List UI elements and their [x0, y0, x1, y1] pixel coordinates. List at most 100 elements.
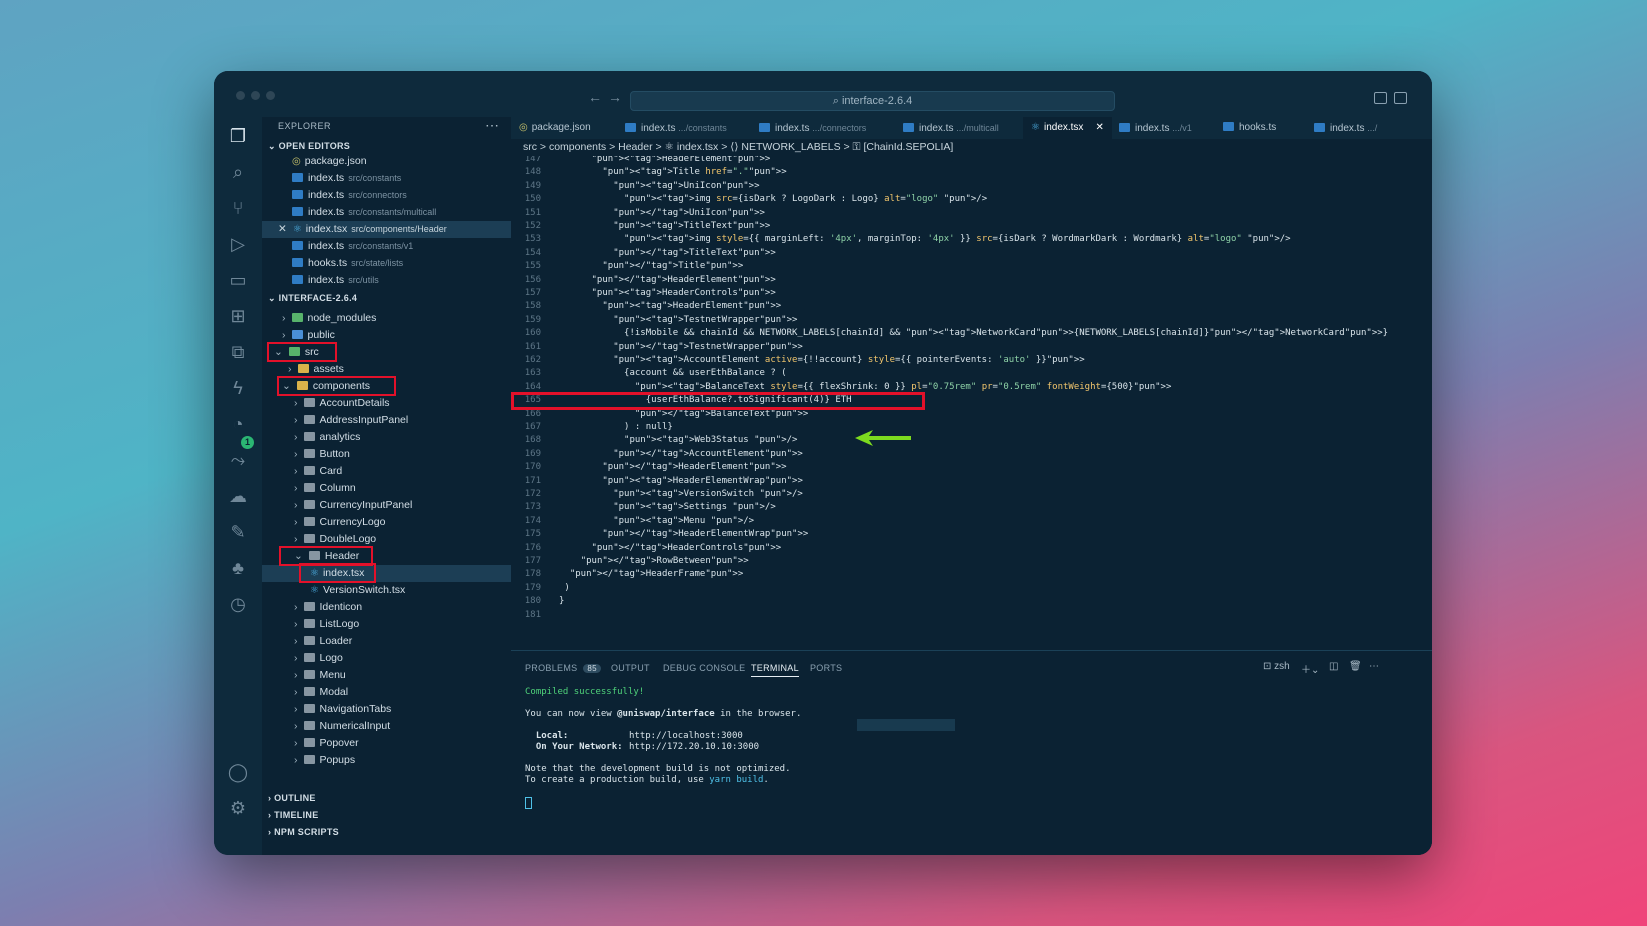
- extensions-icon[interactable]: ⊞: [227, 305, 249, 327]
- share-icon[interactable]: ⤳: [227, 449, 249, 471]
- back-arrow-icon[interactable]: ←: [588, 89, 602, 105]
- pen-icon[interactable]: ✎: [227, 521, 249, 543]
- tab-output[interactable]: OUTPUT: [611, 663, 650, 673]
- trash-icon[interactable]: 🗑: [1349, 661, 1362, 672]
- open-editor-item[interactable]: index.ts src/connectors: [262, 187, 511, 204]
- npm-scripts-header[interactable]: › NPM SCRIPTS: [268, 827, 339, 837]
- tab-index-constants[interactable]: index.ts .../constants: [625, 117, 727, 139]
- project-header[interactable]: ⌄ INTERFACE-2.6.4: [268, 293, 357, 304]
- tab-path: .../: [1367, 123, 1378, 133]
- command-search-box[interactable]: ⌕ interface-2.6.4: [630, 91, 1115, 111]
- code-editor[interactable]: 181 180} 179 ) 178 "pun"></"tag">HeaderFram…: [511, 156, 1432, 650]
- code-text: "pun"><"tag">Settings "pun">/>: [613, 502, 776, 513]
- tree-item-folder[interactable]: › Popover: [262, 735, 511, 752]
- breadcrumb[interactable]: src > components > Header > ⚛ index.tsx …: [523, 139, 953, 156]
- gear-icon[interactable]: ⚙: [227, 797, 249, 819]
- history-icon[interactable]: ◷: [227, 593, 249, 615]
- split-terminal-icon[interactable]: ◫: [1329, 661, 1338, 672]
- minimize-window-button[interactable]: [251, 91, 260, 100]
- more-icon[interactable]: ⋯: [485, 117, 499, 134]
- tree-item-folder[interactable]: › Loader: [262, 633, 511, 650]
- tree-item-folder[interactable]: › Modal: [262, 684, 511, 701]
- tab-index-connectors[interactable]: index.ts .../connectors: [759, 117, 866, 139]
- close-icon[interactable]: ✕: [278, 223, 287, 235]
- folder-icon: [297, 364, 309, 373]
- explorer-icon[interactable]: ❐: [227, 125, 249, 147]
- terminal-text: in the browser.: [714, 709, 802, 719]
- outline-header[interactable]: › OUTLINE: [268, 793, 316, 803]
- tab-index-multicall[interactable]: index.ts .../multicall: [903, 117, 999, 139]
- tab-index-tsx[interactable]: ⚛ index.tsx ✕: [1023, 117, 1112, 139]
- tree-item-folder[interactable]: › Column: [262, 480, 511, 497]
- react-file-icon: ⚛: [1031, 122, 1040, 133]
- chevron-down-icon: ⌄: [268, 141, 279, 151]
- close-icon[interactable]: ✕: [1095, 122, 1103, 133]
- open-editors-header[interactable]: ⌄ OPEN EDITORS: [268, 141, 350, 152]
- account-icon[interactable]: ◯: [227, 761, 249, 783]
- ts-file-icon: [292, 173, 303, 182]
- terminal-url[interactable]: http://localhost:3000: [629, 731, 743, 741]
- tab-index-v1[interactable]: index.ts .../v1: [1119, 117, 1192, 139]
- tree-item-folder[interactable]: › Menu: [262, 667, 511, 684]
- search-icon[interactable]: ⌕: [227, 161, 249, 183]
- more-icon[interactable]: ⋯: [1369, 661, 1379, 672]
- open-editor-item[interactable]: index.ts src/constants/v1: [262, 238, 511, 255]
- forward-arrow-icon[interactable]: →: [608, 89, 622, 105]
- tree-item-folder[interactable]: › analytics: [262, 429, 511, 446]
- open-editor-item[interactable]: index.ts src/constants/multicall: [262, 204, 511, 221]
- lightning-icon[interactable]: ϟ: [227, 377, 249, 399]
- tab-terminal[interactable]: TERMINAL: [751, 663, 799, 677]
- run-debug-icon[interactable]: ▷: [227, 233, 249, 255]
- tree-item-folder[interactable]: › CurrencyInputPanel: [262, 497, 511, 514]
- chevron-right-icon: ›: [294, 737, 298, 749]
- tree-item-node-modules[interactable]: › node_modules: [262, 310, 511, 327]
- tree-item-folder[interactable]: › AccountDetails: [262, 395, 511, 412]
- tab-hooks-ts[interactable]: hooks.ts: [1223, 117, 1276, 139]
- tree-item-folder[interactable]: › Card: [262, 463, 511, 480]
- tab-ports[interactable]: PORTS: [810, 663, 842, 673]
- tree-item-folder[interactable]: › AddressInputPanel: [262, 412, 511, 429]
- source-control-icon[interactable]: ⑂: [227, 197, 249, 219]
- tree-item-folder[interactable]: › Logo: [262, 650, 511, 667]
- terminal-shell-selector[interactable]: ⊡ zsh: [1263, 661, 1290, 672]
- tab-package-json[interactable]: ◎ package.json: [519, 117, 591, 139]
- toggle-panel-icon[interactable]: [1394, 92, 1407, 104]
- terminal-cursor[interactable]: [525, 797, 532, 809]
- line-number: 168: [524, 435, 541, 446]
- line-number: 181: [524, 609, 541, 620]
- tab-index-utils[interactable]: index.ts .../: [1314, 117, 1377, 139]
- tree-item-folder[interactable]: › NavigationTabs: [262, 701, 511, 718]
- tree-item-file[interactable]: ⚛ VersionSwitch.tsx: [262, 582, 511, 599]
- open-editor-name: index.ts: [308, 274, 345, 286]
- terminal-text: Local:: [525, 731, 569, 741]
- open-editor-item-active[interactable]: ✕ ⚛ index.tsx src/components/Header: [262, 221, 511, 238]
- timeline-icon[interactable]: ◔: [227, 413, 249, 435]
- tree-item-folder[interactable]: › CurrencyLogo: [262, 514, 511, 531]
- docker-icon[interactable]: ☁: [227, 485, 249, 507]
- tab-problems[interactable]: PROBLEMS 85: [525, 663, 601, 673]
- open-editor-item[interactable]: ◎ package.json: [262, 153, 511, 170]
- line-number: 177: [524, 556, 541, 566]
- open-editor-item[interactable]: hooks.ts src/state/lists: [262, 255, 511, 272]
- code-text: "pun"></"tag">RowBetween"pun">>: [580, 556, 749, 566]
- remote-explorer-icon[interactable]: ▭: [227, 269, 249, 291]
- tree-item-folder[interactable]: › NumericalInput: [262, 718, 511, 735]
- tab-debug-console[interactable]: DEBUG CONSOLE: [663, 663, 745, 673]
- tree-item-folder[interactable]: › Button: [262, 446, 511, 463]
- containers-icon[interactable]: ⧉: [227, 341, 249, 363]
- folder-icon: [303, 704, 315, 713]
- close-window-button[interactable]: [236, 91, 245, 100]
- tree-item-label: Identicon: [319, 601, 363, 613]
- maximize-window-button[interactable]: [266, 91, 275, 100]
- tree-item-folder[interactable]: › Popups: [262, 752, 511, 769]
- chevron-right-icon: ›: [294, 720, 298, 732]
- tree-item-folder[interactable]: › Identicon: [262, 599, 511, 616]
- tree-item-folder[interactable]: › ListLogo: [262, 616, 511, 633]
- open-editor-item[interactable]: index.ts src/constants: [262, 170, 511, 187]
- timeline-header[interactable]: › TIMELINE: [268, 810, 319, 820]
- new-terminal-icon[interactable]: ＋⌄: [1301, 661, 1319, 676]
- toggle-sidebar-icon[interactable]: [1374, 92, 1387, 104]
- terminal-url[interactable]: http://172.20.10.10:3000: [629, 742, 759, 752]
- tree-icon[interactable]: ♣: [227, 557, 249, 579]
- open-editor-item[interactable]: index.ts src/utils: [262, 272, 511, 289]
